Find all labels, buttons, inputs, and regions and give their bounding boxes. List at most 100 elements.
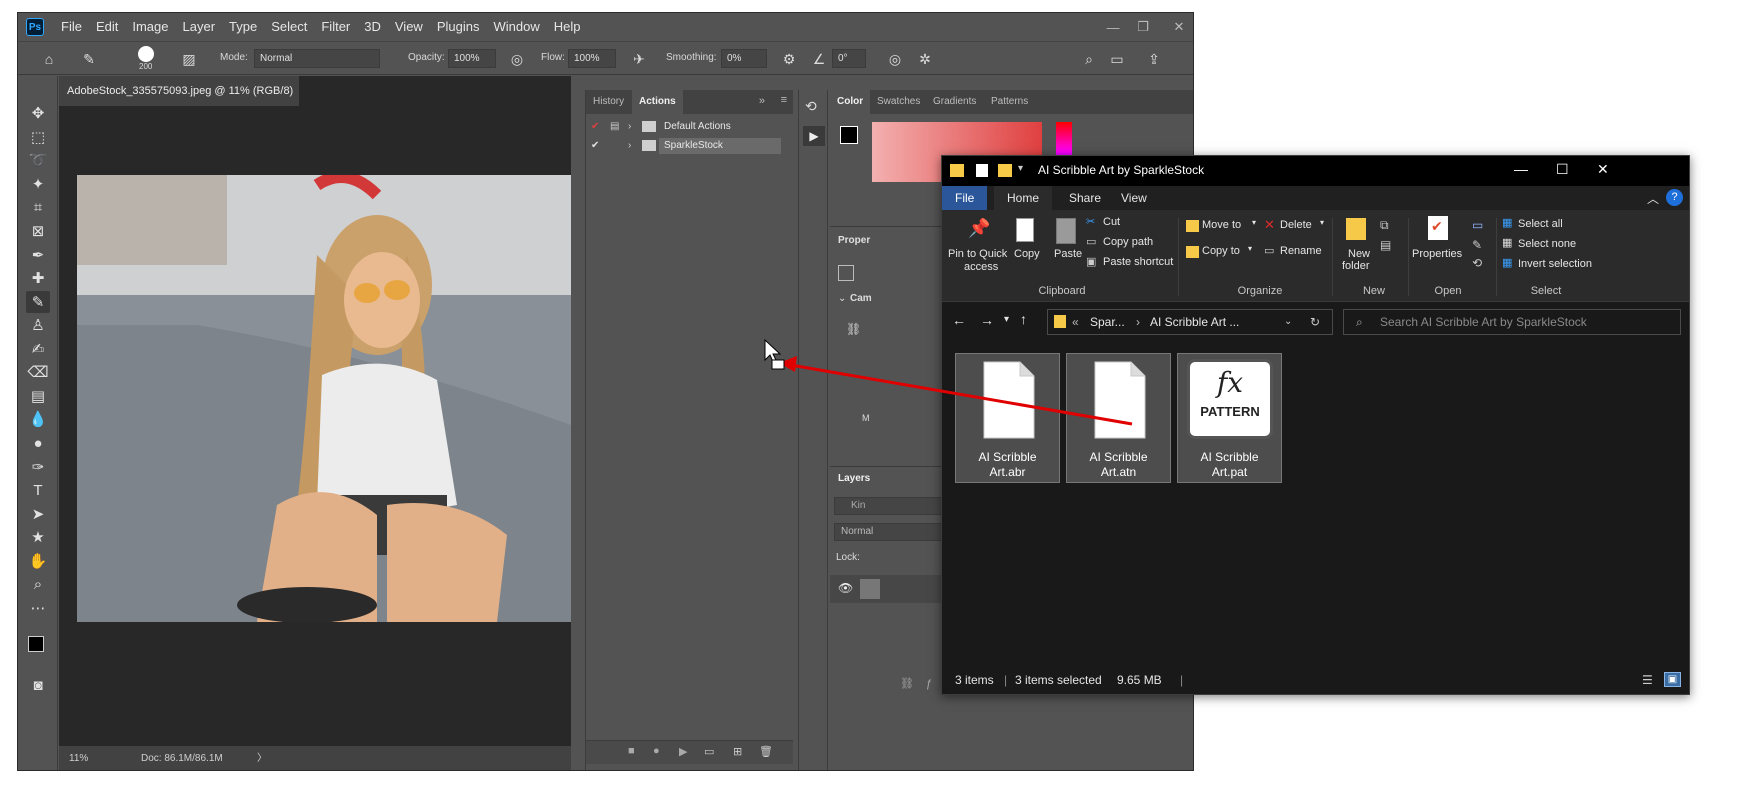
paste-shortcut-button[interactable]: ▣ Paste shortcut [1086,255,1186,271]
select-all-button[interactable]: ▦ Select all [1502,217,1612,233]
tab-home[interactable]: Home [994,186,1053,210]
move-to-button[interactable]: Move to ▾ [1186,218,1262,236]
crop-tool-icon[interactable]: ⌗ [26,196,50,218]
action-set-row[interactable]: ✔ › SparkleStock [586,137,793,155]
brush-tool-icon[interactable]: ✎ [26,291,50,313]
ps-minimize-icon[interactable]: — [1098,13,1128,41]
copy-path-button[interactable]: ▭ Copy path [1086,235,1186,251]
history-icon[interactable]: ⟲ [1472,256,1482,270]
menu-help[interactable]: Help [547,13,588,41]
stop-icon[interactable]: ■ [628,745,635,757]
easy-access-icon[interactable]: ▤ [1380,238,1391,252]
explorer-minimize-icon[interactable]: — [1514,161,1528,177]
search-input[interactable]: ⌕ Search AI Scribble Art by SparkleStock [1343,309,1681,335]
menu-3d[interactable]: 3D [357,13,388,41]
copy-button[interactable]: Copy [1012,214,1044,266]
marquee-tool-icon[interactable]: ⬚ [26,126,50,148]
section-expand-icon[interactable]: ⌄ [838,293,846,304]
history-panel-icon[interactable]: ⟲ [805,98,817,115]
explorer-close-icon[interactable]: ✕ [1597,161,1609,178]
refresh-icon[interactable]: ↻ [1310,310,1320,334]
lasso-tool-icon[interactable]: ➰ [26,149,50,171]
brush-panel-toggle-icon[interactable]: ▨ [178,48,200,70]
tab-view[interactable]: View [1108,186,1160,210]
move-tool-icon[interactable]: ✥ [26,102,50,124]
invert-selection-button[interactable]: ▦ Invert selection [1502,257,1612,273]
search-icon[interactable]: ⌕ [1078,48,1100,70]
healing-tool-icon[interactable]: ✚ [26,267,50,289]
pressure-opacity-icon[interactable]: ◎ [506,48,528,70]
dialog-toggle-icon[interactable]: ▤ [610,118,619,136]
file-item[interactable]: fx PATTERN AI Scribble Art.pat [1177,353,1282,483]
action-set-row[interactable]: ✔ ▤ › Default Actions [586,118,793,136]
tab-gradients[interactable]: Gradients [926,90,983,114]
delete-icon[interactable]: 🗑 [759,745,773,758]
properties-quick-icon[interactable] [976,164,988,177]
smoothing-settings-gear-icon[interactable]: ⚙ [778,48,800,70]
explorer-maximize-icon[interactable]: ☐ [1556,161,1569,178]
gradient-tool-icon[interactable]: ▤ [26,385,50,407]
mode-select[interactable]: Normal [254,49,380,68]
frame-tool-icon[interactable]: ⊠ [26,220,50,242]
zoom-level[interactable]: 11% [69,746,88,770]
path-selection-tool-icon[interactable]: ➤ [26,503,50,525]
quick-mask-icon[interactable]: ◙ [26,674,50,696]
ps-close-icon[interactable]: ✕ [1164,13,1193,41]
tab-file[interactable]: File [942,186,988,210]
hand-tool-icon[interactable]: ✋ [26,550,50,572]
new-item-icon[interactable]: ⧉ [1380,218,1389,233]
tab-swatches[interactable]: Swatches [870,90,927,114]
breadcrumb-item[interactable]: Spar... [1090,310,1125,334]
angle-input[interactable]: 0° [832,49,866,68]
history-brush-tool-icon[interactable]: ✍ [26,338,50,360]
symmetry-icon[interactable]: ✲ [914,48,936,70]
edit-icon[interactable]: ✎ [1472,238,1482,252]
opacity-input[interactable]: 100% [448,49,496,68]
link-icon[interactable]: ⛓ [846,322,861,336]
foreground-color-swatch[interactable] [28,636,44,652]
more-tools-icon[interactable]: ⋯ [26,597,50,619]
pen-tool-icon[interactable]: ✑ [26,456,50,478]
menu-type[interactable]: Type [222,13,264,41]
menu-select[interactable]: Select [264,13,314,41]
file-item[interactable]: AI Scribble Art.abr [955,353,1060,483]
document-photo[interactable] [77,175,571,622]
tab-history[interactable]: History [586,90,631,114]
file-item[interactable]: AI Scribble Art.atn [1066,353,1171,483]
expand-chevron-icon[interactable]: › [628,137,631,155]
overflow-chevrons-icon[interactable]: « [1072,310,1079,334]
forward-arrow-icon[interactable]: → [980,312,994,328]
paste-button[interactable]: Paste [1050,214,1084,266]
zoom-tool-icon[interactable]: ⌕ [26,573,50,595]
play-icon[interactable]: ▶ [679,745,687,758]
pin-to-quick-access-button[interactable]: 📌 Pin to Quick access [948,214,1007,274]
menu-layer[interactable]: Layer [176,13,223,41]
menu-edit[interactable]: Edit [89,13,125,41]
address-dropdown-icon[interactable]: ⌄ [1284,310,1292,334]
up-arrow-icon[interactable]: ↑ [1020,311,1027,327]
new-action-icon[interactable]: ⊞ [733,745,742,758]
foreground-color-swatch[interactable] [840,126,858,144]
tab-share[interactable]: Share [1056,186,1114,210]
expand-chevron-icon[interactable]: › [628,118,631,136]
back-arrow-icon[interactable]: ← [952,312,966,328]
blur-tool-icon[interactable]: 💧 [26,408,50,430]
tab-patterns[interactable]: Patterns [984,90,1035,114]
menu-view[interactable]: View [388,13,430,41]
brush-preset-icon[interactable]: ✎ [78,48,100,70]
rename-button[interactable]: ▭ Rename [1264,244,1328,262]
tab-color[interactable]: Color [830,90,871,114]
status-expand-icon[interactable]: 〉 [257,746,267,770]
workspace-icon[interactable]: ▭ [1106,48,1128,70]
actions-panel-icon[interactable]: ▶ [803,126,825,146]
menu-plugins[interactable]: Plugins [430,13,487,41]
help-icon[interactable]: ? [1666,189,1683,206]
menu-image[interactable]: Image [125,13,175,41]
document-tab[interactable]: AdobeStock_335575093.jpeg @ 11% (RGB/8) … [59,76,299,127]
share-icon[interactable]: ⇪ [1143,48,1165,70]
menu-filter[interactable]: Filter [314,13,357,41]
new-folder-button[interactable]: New folder [1338,214,1378,274]
new-folder-quick-icon[interactable] [998,164,1012,177]
copy-to-button[interactable]: Copy to ▾ [1186,244,1262,262]
pressure-size-icon[interactable]: ◎ [884,48,906,70]
